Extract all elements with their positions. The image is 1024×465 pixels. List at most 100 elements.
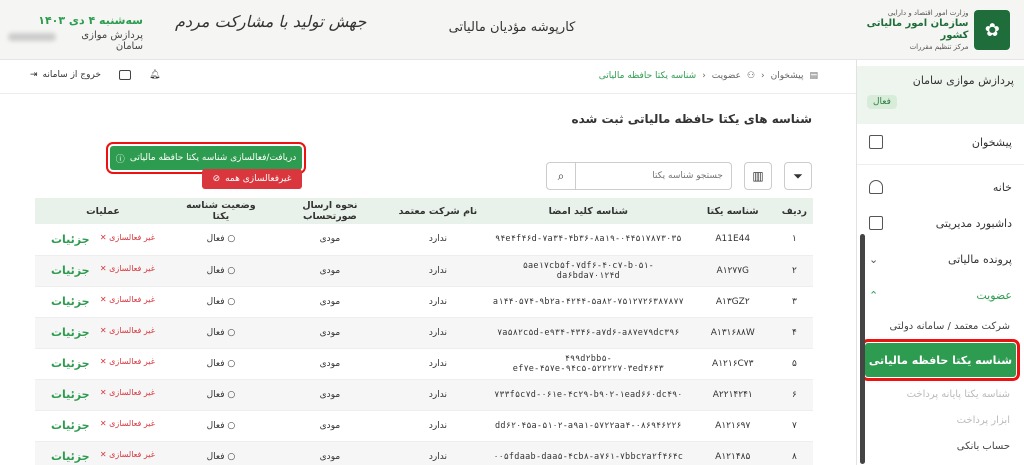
sidebar-sub-tax-memory-id[interactable]: شناسه یکتا حافظه مالیاتی — [861, 339, 1020, 381]
sidebar-item-tax-file[interactable]: پرونده مالیاتی ⌄ — [857, 241, 1024, 277]
sidebar-item-membership[interactable]: عضویت ⌃ — [857, 277, 1024, 313]
row-status: ○ فعال — [170, 379, 271, 411]
row-signature-key: dd۶۲۰۴۵a-۵۱۰۲-a۹a۱-۵۷۲۲aa۴-۰۸۶۹۴۶۲۲۶ — [486, 410, 690, 442]
row-details-link[interactable]: جزئیات — [51, 326, 90, 339]
row-index: ۴ — [775, 317, 813, 349]
activate-id-label: دریافت/فعالسازی شناسه یکتا حافظه مالیاتی — [129, 153, 297, 163]
status-dot-icon: ○ — [224, 296, 236, 307]
row-deactivate-button[interactable]: غیر فعالسازی ✕ — [100, 233, 155, 246]
row-deactivate-button[interactable]: غیر فعالسازی ✕ — [100, 295, 155, 308]
sidebar-item-label: پرونده مالیاتی — [947, 252, 1012, 266]
row-index: ۵ — [775, 348, 813, 380]
bell-icon[interactable]: 🔔︎ — [149, 70, 160, 80]
ban-icon: ⊘ — [212, 174, 221, 184]
table-row: ۱ A11E44 ۹۴e۴f۴۶d-۷a۳۴-۴b۳۶-۸a۱۹-۰۴۴۵۱۷۸۷۳… — [35, 224, 813, 256]
row-status: ○ فعال — [170, 286, 271, 318]
slogan: جهش تولید با مشارکت مردم — [175, 12, 367, 31]
sidebar-sub-trusted-company[interactable]: شرکت معتمد / سامانه دولتی — [857, 313, 1024, 339]
row-status-label: فعال — [206, 358, 225, 369]
row-signature-key: ۷۳۳f۵c۷d-۰۶۱e-۴c۲۹-b۹۰۲-۱ead۶۶۰dc۴۹۰ — [486, 379, 690, 411]
status-dot-icon: ○ — [224, 265, 236, 276]
row-deactivate-button[interactable]: غیر فعالسازی ✕ — [100, 264, 155, 277]
row-signature-key: ۴۹۹d۲bb۵-ef۷e-۴۵۷e-۹۴c۵-۵۲۲۲۲۷۰۳ed۴۶۴۳ — [486, 348, 690, 380]
row-status: ○ فعال — [170, 224, 271, 256]
row-company: ندارد — [388, 286, 487, 318]
sidebar-sub-payment-tools[interactable]: ابزار پرداخت — [857, 407, 1024, 433]
row-details-link[interactable]: جزئیات — [51, 264, 90, 277]
row-operations: غیر فعالسازی ✕ جزئیات — [35, 348, 171, 380]
row-deactivate-label: غیر فعالسازی — [109, 450, 155, 459]
row-deactivate-label: غیر فعالسازی — [109, 264, 155, 273]
col-index: ردیف — [775, 198, 813, 224]
columns-button[interactable]: ▥ — [744, 162, 772, 190]
row-unique-id: A11E44 — [689, 224, 776, 256]
row-index: ۶ — [775, 379, 813, 411]
row-status-label: فعال — [206, 420, 225, 431]
sidebar-item-label: داشبورد مدیریتی — [935, 216, 1012, 230]
sidebar-item-management-dashboard[interactable]: داشبورد مدیریتی — [857, 205, 1024, 241]
row-deactivate-button[interactable]: غیر فعالسازی ✕ — [100, 388, 155, 401]
breadcrumb-parent[interactable]: عضویت — [712, 71, 741, 81]
row-deactivate-button[interactable]: غیر فعالسازی ✕ — [100, 450, 155, 463]
row-details-link[interactable]: جزئیات — [51, 357, 90, 370]
breadcrumb-home[interactable]: پیشخوان — [771, 71, 804, 81]
row-company: ندارد — [388, 379, 487, 411]
row-operations: غیر فعالسازی ✕ جزئیات — [35, 441, 171, 465]
row-details-link[interactable]: جزئیات — [51, 450, 90, 463]
row-details-link[interactable]: جزئیات — [51, 419, 90, 432]
close-icon: ✕ — [99, 357, 107, 366]
chevron-left-icon: ‹ — [702, 71, 706, 81]
row-send-method: مودی — [270, 317, 389, 349]
top-toolbar: ⇥ خروج از سامانه 🔔︎ — [30, 70, 160, 80]
row-operations: غیر فعالسازی ✕ جزئیات — [35, 379, 171, 411]
table-row: ۷ A۱۲۱۶۹۷ dd۶۲۰۴۵a-۵۱۰۲-a۹a۱-۵۷۲۲aa۴-۰۸۶۹۴… — [35, 410, 813, 442]
status-badge: فعال — [867, 95, 897, 109]
search-input[interactable] — [576, 162, 732, 190]
row-company: ندارد — [388, 441, 487, 465]
close-icon: ✕ — [99, 295, 107, 304]
user-info: سه‌شنبه ۴ دی ۱۴۰۳ پردازش موازی سامان — [8, 14, 143, 52]
row-deactivate-button[interactable]: غیر فعالسازی ✕ — [100, 357, 155, 370]
deactivate-all-button[interactable]: غیرفعالسازی همه ⊘ — [202, 169, 302, 189]
grid-icon — [869, 216, 883, 230]
status-dot-icon: ○ — [224, 389, 236, 400]
sidebar-item-home[interactable]: خانه — [857, 169, 1024, 205]
row-send-method: مودی — [270, 224, 389, 256]
close-icon: ✕ — [99, 419, 107, 428]
filter-button[interactable]: ⏷ — [784, 162, 812, 190]
row-details-link[interactable]: جزئیات — [51, 388, 90, 401]
sidebar-item-label: پیشخوان — [971, 135, 1012, 149]
logout-label: خروج از سامانه — [42, 70, 101, 80]
logout-icon: ⇥ — [30, 70, 38, 80]
row-send-method: مودی — [270, 410, 389, 442]
row-deactivate-label: غیر فعالسازی — [109, 357, 155, 366]
row-details-link[interactable]: جزئیات — [51, 295, 90, 308]
logout-button[interactable]: ⇥ خروج از سامانه — [30, 70, 101, 80]
row-unique-id: A۲۲۱۴۲۴۱ — [689, 379, 776, 411]
col-operations: عملیات — [35, 198, 171, 224]
row-status: ○ فعال — [170, 317, 271, 349]
row-deactivate-button[interactable]: غیر فعالسازی ✕ — [100, 326, 155, 339]
row-index: ۷ — [775, 410, 813, 442]
home-icon — [869, 180, 883, 194]
row-deactivate-button[interactable]: غیر فعالسازی ✕ — [100, 419, 155, 432]
row-details-link[interactable]: جزئیات — [51, 233, 90, 246]
status-dot-icon: ○ — [224, 451, 236, 462]
activate-id-button[interactable]: دریافت/فعالسازی شناسه یکتا حافظه مالیاتی… — [106, 142, 306, 174]
profile-card-icon[interactable] — [118, 70, 131, 80]
sidebar-sub-bank-account[interactable]: حساب بانکی — [857, 433, 1024, 459]
breadcrumb-current: شناسه یکتا حافظه مالیاتی — [598, 71, 697, 81]
sidebar-scrollbar[interactable] — [860, 234, 865, 464]
search-button[interactable]: ⌕ — [546, 162, 576, 190]
sidebar-user-card: پردازش موازی سامان فعال — [857, 66, 1024, 124]
sidebar: پردازش موازی سامان فعال پیشخوان خانه داش… — [856, 60, 1024, 465]
sidebar-item-dashboard[interactable]: پیشخوان — [857, 124, 1024, 160]
row-unique-id: A۱۳GZ۲ — [689, 286, 776, 318]
row-status: ○ فعال — [170, 441, 271, 465]
unique-id-table: ردیف شناسه یکتا شناسه کلید امضا نام شرکت… — [35, 198, 813, 465]
sidebar-sub-payment-terminal-id[interactable]: شناسه یکتا پایانه پرداخت — [857, 381, 1024, 407]
chevron-up-icon: ⌃ — [869, 288, 879, 302]
row-deactivate-label: غیر فعالسازی — [109, 232, 155, 242]
row-status-label: فعال — [206, 451, 225, 462]
row-send-method: مودی — [270, 255, 389, 287]
